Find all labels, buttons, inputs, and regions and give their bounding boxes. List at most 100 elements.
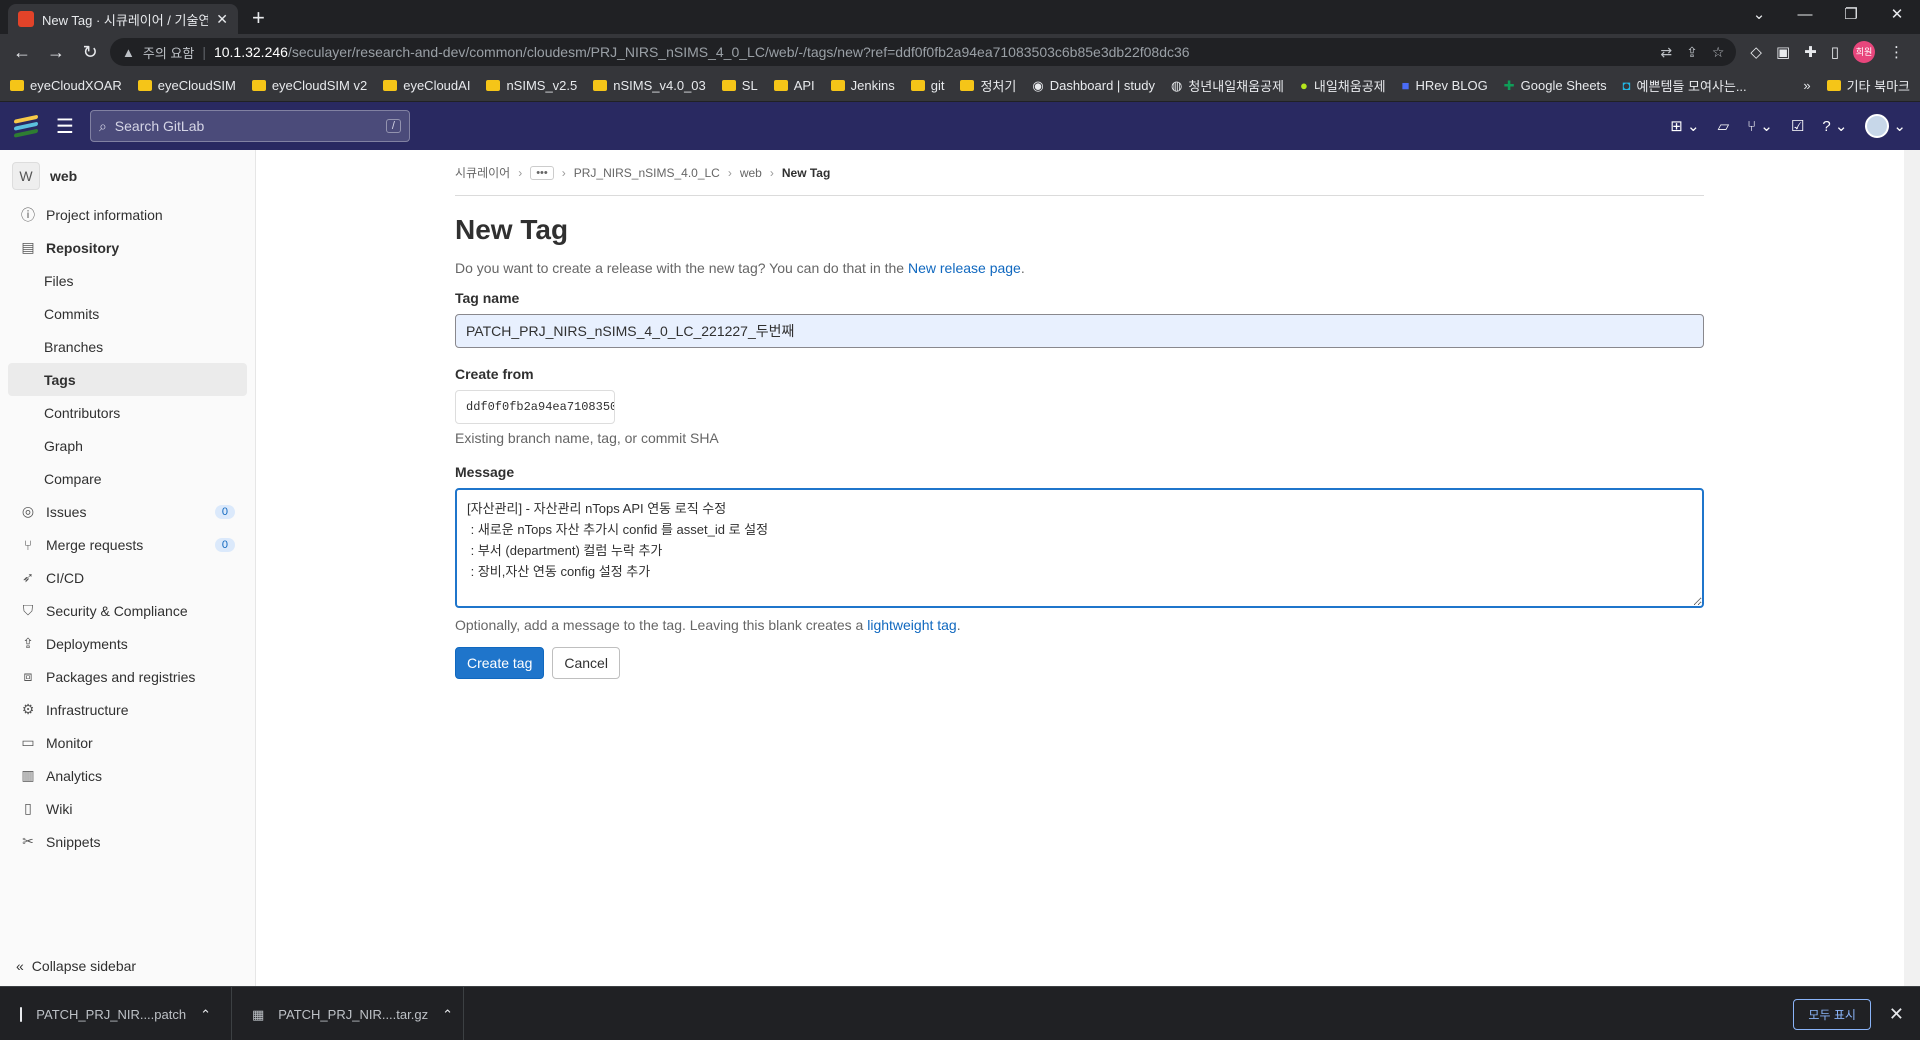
sidebar-item-cicd[interactable]: ➶ CI/CD — [0, 561, 255, 594]
download-item[interactable]: ▦ PATCH_PRJ_NIR....tar.gz ⌃ — [232, 986, 464, 1040]
bookmark-item[interactable]: ■ HRev BLOG — [1402, 78, 1488, 93]
menu-icon[interactable]: ☰ — [56, 114, 74, 139]
reload-button[interactable]: ↻ — [76, 38, 104, 66]
downloads-bar: PATCH_PRJ_NIR....patch ⌃ ▦ PATCH_PRJ_NIR… — [0, 986, 1920, 1040]
sidebar-item-compare[interactable]: Compare — [0, 462, 255, 495]
sidebar-item-tags[interactable]: Tags — [8, 363, 247, 396]
collapse-sidebar-button[interactable]: «Collapse sidebar — [16, 958, 136, 974]
breadcrumb-group[interactable]: 시큐레이어 — [455, 164, 510, 181]
bookmark-item[interactable]: nSIMS_v2.5 — [486, 78, 577, 93]
bookmark-item[interactable]: Jenkins — [830, 78, 895, 93]
warning-icon[interactable]: ▲ — [122, 45, 135, 60]
browser-tab[interactable]: New Tag · 시큐레이어 / 기술연구 ✕ — [8, 4, 238, 34]
close-downloads-icon[interactable]: ✕ — [1889, 1004, 1904, 1025]
breadcrumb-repo[interactable]: web — [740, 166, 762, 180]
bookmark-item[interactable]: git — [910, 78, 944, 93]
side-panel-icon[interactable]: ▯ — [1831, 43, 1839, 61]
extension-icon[interactable]: ◇ — [1750, 43, 1762, 61]
menu-dots-icon[interactable]: ⋮ — [1889, 43, 1904, 61]
merge-requests-icon[interactable]: ⑂ ⌄ — [1747, 117, 1773, 135]
sidebar-project-header[interactable]: W web — [0, 158, 255, 198]
bookmark-item[interactable]: ◉ Dashboard | study — [1032, 78, 1155, 94]
sidebar-item-contributors[interactable]: Contributors — [0, 396, 255, 429]
sidebar-item-issues[interactable]: ◎ Issues 0 — [0, 495, 255, 528]
sidebar-item-monitor[interactable]: ▭ Monitor — [0, 726, 255, 759]
security-warning-label[interactable]: 주의 요함 — [143, 43, 194, 62]
page-scrollbar[interactable] — [1904, 150, 1920, 986]
show-all-downloads-button[interactable]: 모두 표시 — [1793, 999, 1871, 1030]
bookmark-item[interactable]: eyeCloudXOAR — [10, 78, 122, 93]
bookmark-item[interactable]: eyeCloudSIM — [137, 78, 236, 93]
bookmarks-more-button[interactable]: » — [1803, 78, 1810, 93]
minimize-button[interactable]: — — [1782, 0, 1828, 30]
sidebar-item-analytics[interactable]: ▥ Analytics — [0, 759, 255, 792]
breadcrumb-ellipsis-button[interactable]: ••• — [530, 165, 554, 180]
sidebar-item-files[interactable]: Files — [0, 264, 255, 297]
sidebar-item-graph[interactable]: Graph — [0, 429, 255, 462]
create-from-input[interactable]: ddf0f0fb2a94ea71083503c6b85e3db22f08dc36 — [455, 390, 615, 424]
bookmark-item[interactable]: eyeCloudAI — [383, 78, 470, 93]
chevron-up-icon[interactable]: ⌃ — [200, 1007, 211, 1023]
new-release-page-link[interactable]: New release page — [908, 260, 1021, 276]
user-menu[interactable]: ⌄ — [1865, 114, 1906, 138]
puzzle-icon[interactable]: ✚ — [1804, 43, 1817, 61]
search-input[interactable]: ⌕ Search GitLab / — [89, 110, 410, 142]
back-button[interactable]: ← — [8, 38, 36, 66]
bookmark-item[interactable]: nSIMS_v4.0_03 — [593, 78, 706, 93]
bookmark-item[interactable]: ✚ Google Sheets — [1504, 78, 1607, 94]
forward-button[interactable]: → — [42, 38, 70, 66]
sidebar-item-security[interactable]: ⛉ Security & Compliance — [0, 594, 255, 627]
download-item[interactable]: PATCH_PRJ_NIR....patch ⌃ — [0, 986, 232, 1040]
share-icon[interactable]: ⇪ — [1686, 44, 1698, 61]
help-icon[interactable]: ? ⌄ — [1822, 117, 1847, 135]
gitlab-logo-icon[interactable] — [14, 113, 40, 139]
breadcrumb-project[interactable]: PRJ_NIRS_nSIMS_4.0_LC — [574, 166, 720, 180]
sidebar-item-branches[interactable]: Branches — [0, 330, 255, 363]
bookmark-star-icon[interactable]: ☆ — [1712, 44, 1725, 61]
bookmark-item[interactable]: ◍ 청년내일채움공제 — [1171, 76, 1284, 95]
sidebar-item-commits[interactable]: Commits — [0, 297, 255, 330]
tag-name-label: Tag name — [455, 290, 520, 306]
monitor-icon: ▭ — [21, 734, 35, 750]
bookmark-item[interactable]: API — [773, 78, 815, 93]
cancel-button[interactable]: Cancel — [552, 647, 620, 679]
folder-icon — [10, 80, 24, 91]
create-tag-button[interactable]: Create tag — [455, 647, 545, 679]
scissors-icon: ✂ — [22, 833, 34, 849]
chevron-up-icon[interactable]: ⌃ — [442, 1007, 453, 1023]
chevron-down-icon: ⌄ — [1893, 118, 1906, 135]
sidebar-item-repository[interactable]: ▤ Repository — [0, 231, 255, 264]
other-bookmarks[interactable]: 기타 북마크 — [1826, 76, 1910, 95]
maximize-button[interactable]: ❐ — [1828, 0, 1874, 30]
shield-icon: ⛉ — [22, 602, 34, 618]
address-bar: ← → ↻ ▲ 주의 요함 | 10.1.32.246/seculayer/re… — [0, 34, 1920, 70]
browser-tab-strip: New Tag · 시큐레이어 / 기술연구 ✕ + ⌄ — ❐ ✕ — [0, 0, 1920, 34]
close-window-button[interactable]: ✕ — [1874, 0, 1920, 30]
create-new-icon[interactable]: ⊞ ⌄ — [1670, 117, 1699, 135]
tab-search-icon[interactable]: ⌄ — [1736, 0, 1782, 30]
bookmark-item[interactable]: eyeCloudSIM v2 — [251, 78, 367, 93]
lightweight-tag-link[interactable]: lightweight tag — [867, 617, 957, 633]
profile-avatar[interactable]: 희원 — [1853, 41, 1875, 63]
sidebar-item-infrastructure[interactable]: ⚙ Infrastructure — [0, 693, 255, 726]
sidebar-item-deployments[interactable]: ⇪ Deployments — [0, 627, 255, 660]
todos-icon[interactable]: ☑ — [1791, 117, 1804, 135]
bookmark-item[interactable]: SL — [721, 78, 758, 93]
tag-name-input[interactable]: PATCH_PRJ_NIRS_nSIMS_4_0_LC_221227_두번째 — [455, 314, 1704, 348]
close-tab-icon[interactable]: ✕ — [216, 11, 228, 28]
translate-icon[interactable]: ⇄ — [1660, 44, 1672, 61]
sidebar-item-merge-requests[interactable]: ⑂ Merge requests 0 — [0, 528, 255, 561]
issues-icon[interactable]: ▱ — [1718, 117, 1730, 135]
sidebar-item-packages[interactable]: ⧈ Packages and registries — [0, 660, 255, 693]
sidebar-item-wiki[interactable]: ▯ Wiki — [0, 792, 255, 825]
message-textarea[interactable]: [자산관리] - 자산관리 nTops API 연동 로직 수정 : 새로운 n… — [455, 488, 1704, 608]
bookmark-item[interactable]: 정처기 — [960, 76, 1016, 95]
sidebar-item-snippets[interactable]: ✂ Snippets — [0, 825, 255, 858]
extension-icon-2[interactable]: ▣ — [1776, 43, 1790, 61]
new-tab-button[interactable]: + — [252, 4, 265, 34]
sidebar-item-project-information[interactable]: ⓘ Project information — [0, 198, 255, 231]
url-input[interactable]: ▲ 주의 요함 | 10.1.32.246/seculayer/research… — [110, 38, 1737, 66]
bookmark-item[interactable]: ● 내일채움공제 — [1300, 76, 1386, 95]
bookmark-item[interactable]: ◘ 예쁜템들 모여사는... — [1623, 76, 1747, 95]
folder-icon — [830, 80, 845, 91]
